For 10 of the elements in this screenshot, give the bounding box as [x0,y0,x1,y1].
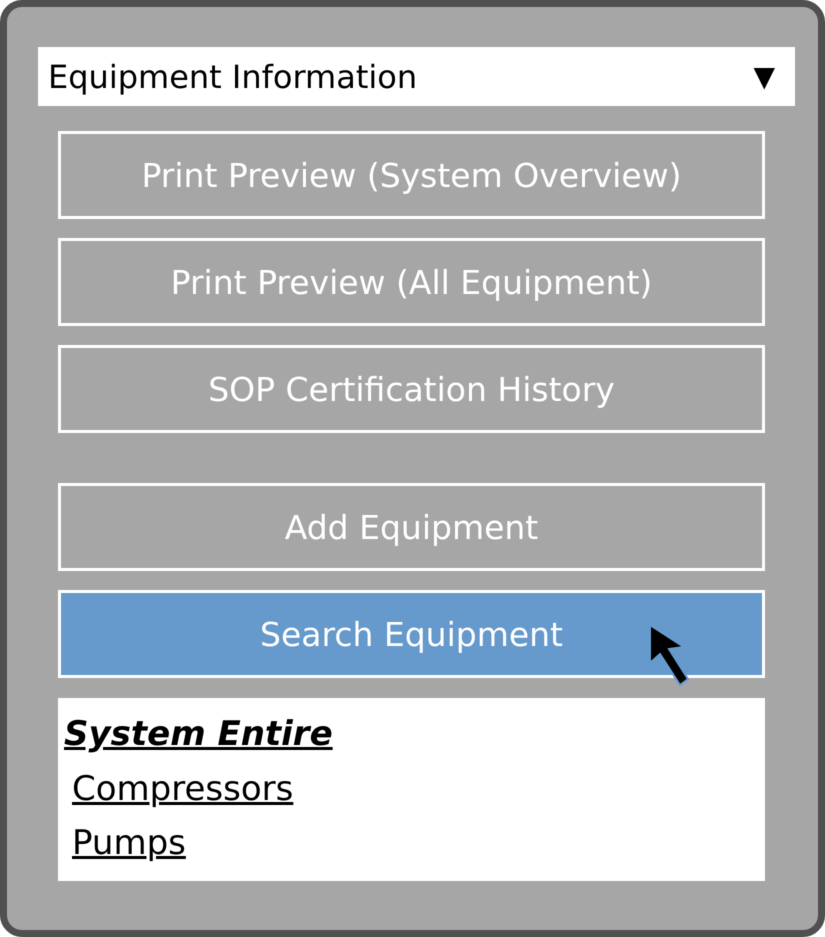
tree-link[interactable]: Pumps [72,816,186,870]
dropdown-value: Equipment Information [48,58,418,96]
menu-button[interactable]: SOP Certification History [58,345,765,433]
caret-icon: ▼ [753,60,775,93]
tree-link[interactable]: Compressors [72,762,294,816]
menu-button[interactable]: Add Equipment [58,483,765,571]
menu-button[interactable]: Print Preview (System Overview) [58,131,765,219]
menu-button[interactable]: Print Preview (All Equipment) [58,238,765,326]
dropdown[interactable]: Equipment Information ▼ [38,47,795,106]
tree-link[interactable]: System Entire [64,706,333,762]
